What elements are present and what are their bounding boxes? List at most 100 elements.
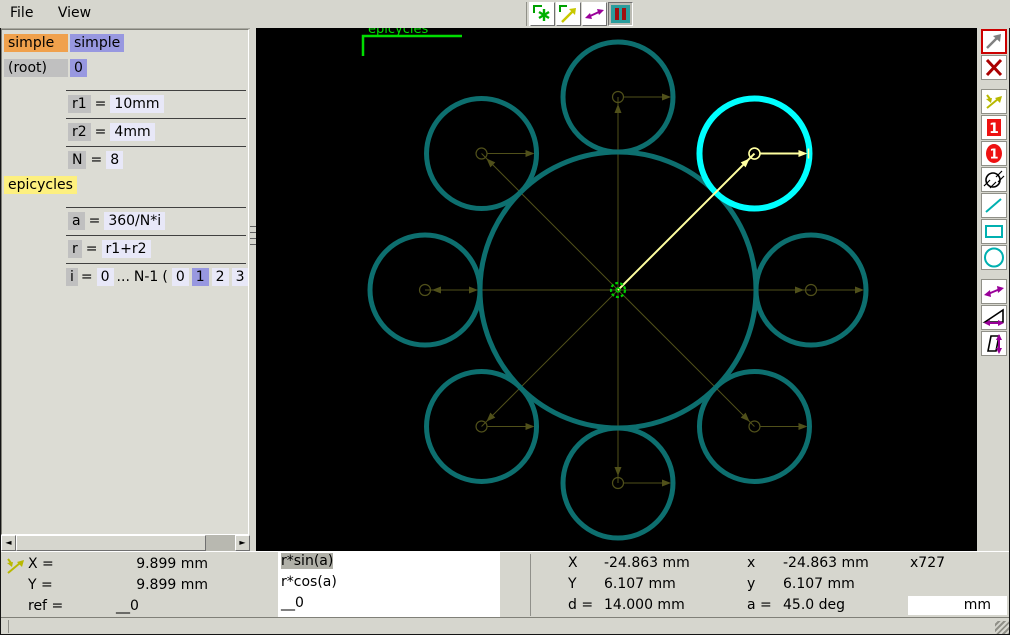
distance-value: 14.000 mm xyxy=(604,597,685,613)
abs-x-value: -24.863 mm xyxy=(604,555,690,571)
param-name[interactable]: r1 xyxy=(68,94,91,113)
distance-arrow-icon xyxy=(983,286,1004,297)
tool-palette: 1 1 xyxy=(977,28,1010,551)
expression-y[interactable]: r*cos(a) xyxy=(281,574,337,590)
construction-circle-tool-button[interactable] xyxy=(980,167,1007,192)
angle-label: a = xyxy=(747,597,772,613)
angle-value: 45.0 deg xyxy=(783,597,846,613)
iterator-start[interactable]: 0 xyxy=(96,267,114,286)
param-name[interactable]: N xyxy=(68,150,87,169)
distance-label: d = xyxy=(568,597,594,613)
draw-arrow-icon xyxy=(559,5,576,23)
expression-x[interactable]: r*sin(a) xyxy=(281,553,334,569)
numbered-square-tool-button[interactable]: 1 xyxy=(980,115,1007,140)
root-value[interactable]: 0 xyxy=(70,58,87,77)
resize-grip[interactable] xyxy=(995,621,1009,635)
axes-asterisk-button[interactable] xyxy=(530,2,555,26)
coord-x-label: X = xyxy=(28,556,54,572)
distance-triangle-tool-button[interactable] xyxy=(980,305,1007,330)
rectangle-tool-button[interactable] xyxy=(980,219,1007,244)
svg-text:1: 1 xyxy=(989,148,998,163)
equals-sign: = xyxy=(90,151,103,168)
construction-circle-icon xyxy=(983,170,1004,189)
scroll-right-button[interactable]: ► xyxy=(235,535,250,551)
formula-name[interactable]: r xyxy=(68,239,82,258)
pause-button[interactable] xyxy=(608,2,633,26)
message-bar xyxy=(0,617,1010,635)
canvas-group-label: epicycles xyxy=(368,28,428,37)
menu-bar: File View xyxy=(0,0,1010,29)
iterator-paren: ( xyxy=(162,268,168,285)
formula-row-a: a = 360/N*i xyxy=(66,208,248,233)
numbered-square-icon: 1 xyxy=(986,119,1001,137)
status-right-section: X -24.863 mm Y 6.107 mm d = 14.000 mm x … xyxy=(500,552,1010,618)
angle-quad-icon xyxy=(986,334,1002,354)
axes-asterisk-icon xyxy=(533,5,550,21)
angle-quad-tool-button[interactable] xyxy=(980,331,1007,356)
panel-hscrollbar[interactable]: ◄ ► xyxy=(1,535,250,551)
rel-x-value: -24.863 mm xyxy=(783,555,869,571)
delete-tool-button[interactable] xyxy=(980,55,1007,80)
abs-y-value: 6.107 mm xyxy=(604,576,676,592)
iterator-index-0[interactable]: 0 xyxy=(171,267,189,286)
formula-row-r: r = r1+r2 xyxy=(66,236,248,261)
formula-name[interactable]: a xyxy=(68,211,85,230)
formula-value[interactable]: r1+r2 xyxy=(101,239,151,258)
svg-text:1: 1 xyxy=(989,121,999,137)
circle-icon xyxy=(983,247,1004,268)
coord-y-label: Y = xyxy=(28,577,53,593)
equals-sign: = xyxy=(85,240,98,257)
status-left-section: X = 9.899 mm Y = 9.899 mm ref = __0 xyxy=(0,552,278,618)
scroll-thumb[interactable] xyxy=(16,535,206,551)
unit-selector[interactable]: mm xyxy=(908,596,1007,615)
measure-arrow-button[interactable] xyxy=(582,2,607,26)
draw-arrow-button[interactable] xyxy=(556,2,581,26)
pause-icon xyxy=(611,5,630,23)
point-arrow-status-icon xyxy=(7,558,24,574)
delete-x-icon xyxy=(985,58,1002,77)
rel-x-label: x xyxy=(747,555,756,571)
root-label: (root) xyxy=(4,58,68,77)
equals-sign: = xyxy=(94,95,107,112)
iterator-index-2[interactable]: 2 xyxy=(211,267,229,286)
iterator-name[interactable]: i xyxy=(66,267,78,286)
circle-tool-button[interactable] xyxy=(980,245,1007,270)
coord-y-value: 9.899 mm xyxy=(136,577,208,593)
iterator-dots: ... xyxy=(116,268,130,285)
zoom-factor: x727 xyxy=(910,555,946,571)
group-label-epicycles[interactable]: epicycles xyxy=(4,175,77,194)
scroll-left-button[interactable]: ◄ xyxy=(1,535,16,551)
line-tool-button[interactable] xyxy=(980,193,1007,218)
status-bar: X = 9.899 mm Y = 9.899 mm ref = __0 r*si… xyxy=(0,551,1010,618)
param-row-r1: r1 = 10mm xyxy=(66,91,248,116)
iterator-end: N-1 xyxy=(133,268,159,285)
rectangle-icon xyxy=(984,225,1003,238)
numbered-ellipse-icon: 1 xyxy=(985,144,1002,163)
distance-tool-button[interactable] xyxy=(980,279,1007,304)
sketch-tab[interactable]: simple xyxy=(4,33,68,52)
drawing-canvas[interactable]: epicycles xyxy=(256,28,977,551)
rel-y-value: 6.107 mm xyxy=(783,576,855,592)
menu-file[interactable]: File xyxy=(0,1,43,25)
equals-sign: = xyxy=(94,123,107,140)
formula-value[interactable]: 360/N*i xyxy=(104,211,166,230)
distance-triangle-icon xyxy=(981,308,1004,326)
expression-ref[interactable]: __0 xyxy=(281,595,304,611)
param-value[interactable]: 8 xyxy=(106,150,124,169)
select-tool-button[interactable] xyxy=(980,29,1007,54)
equals-sign: = xyxy=(88,212,101,229)
point-tool-button[interactable] xyxy=(980,89,1007,114)
param-name[interactable]: r2 xyxy=(68,122,91,141)
param-value[interactable]: 10mm xyxy=(110,94,164,113)
sketch-tab-value[interactable]: simple xyxy=(70,33,125,52)
menu-view[interactable]: View xyxy=(48,1,101,25)
iterator-index-3[interactable]: 3 xyxy=(231,267,248,286)
param-value[interactable]: 4mm xyxy=(110,122,155,141)
iterator-index-1-selected[interactable]: 1 xyxy=(191,267,209,286)
numbered-ellipse-tool-button[interactable]: 1 xyxy=(980,141,1007,166)
param-row-N: N = 8 xyxy=(66,147,248,172)
ref-label: ref = xyxy=(28,598,64,614)
abs-y-label: Y xyxy=(568,576,577,592)
rel-y-label: y xyxy=(747,576,756,592)
equals-sign: = xyxy=(80,268,93,285)
